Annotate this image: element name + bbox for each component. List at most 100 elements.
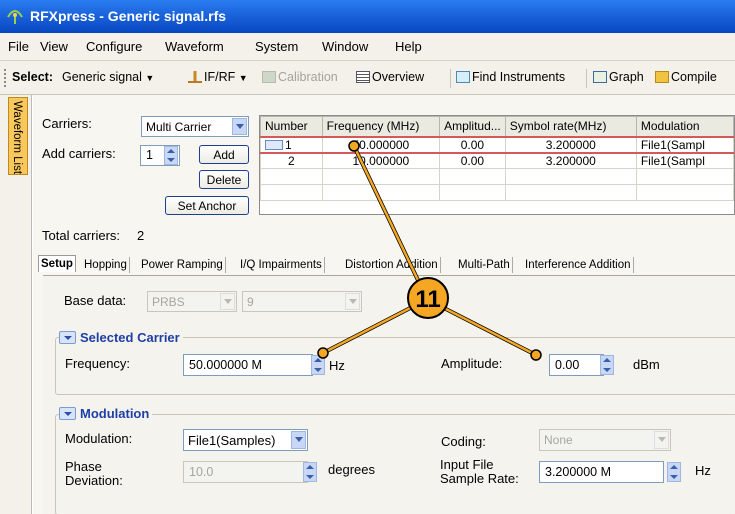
phase-deviation-input[interactable]: 10.0 <box>183 461 308 483</box>
find-instruments-button[interactable]: Find Instruments <box>456 70 565 84</box>
select-label: Select: <box>12 70 53 84</box>
toolbar-grip[interactable] <box>4 69 7 87</box>
frequency-unit: Hz <box>329 358 345 373</box>
find-instruments-label: Find Instruments <box>472 70 566 84</box>
set-anchor-button[interactable]: Set Anchor <box>165 196 249 215</box>
table-cell[interactable]: 0.00 <box>439 135 506 154</box>
table-cell[interactable]: 3.200000 <box>504 152 637 169</box>
column-amplitude[interactable]: Amplitud... <box>439 116 506 137</box>
menu-help[interactable]: Help <box>395 39 422 54</box>
menu-file[interactable]: File <box>8 39 29 54</box>
waveform-list-tab[interactable]: Waveform List <box>8 97 28 175</box>
table-cell[interactable]: 2 <box>260 152 323 169</box>
setup-panel: Base data: PRBS 9 Selected Carrier Frequ… <box>43 275 735 514</box>
menu-system[interactable]: System <box>255 39 298 54</box>
modulation-select[interactable]: File1(Samples) <box>183 429 308 451</box>
tab-multi-path[interactable]: Multi-Path <box>456 257 513 273</box>
phase-deviation-spinner[interactable] <box>303 462 317 482</box>
table-cell[interactable]: 10.000000 <box>321 152 441 169</box>
calibration-button[interactable]: Calibration <box>262 70 338 84</box>
collapse-chevron-icon[interactable] <box>59 407 76 420</box>
modulation-label: Modulation: <box>65 431 133 446</box>
chevron-down-icon <box>220 293 235 310</box>
phase-deviation-unit: degrees <box>328 462 375 477</box>
select-dropdown[interactable]: Generic signal ▼ <box>62 70 154 84</box>
table-row[interactable]: 1 50.000000 0.00 3.200000 File1(Sampl <box>260 135 735 154</box>
calibration-label: Calibration <box>278 70 338 84</box>
tab-distortion-addition[interactable]: Distortion Addition <box>343 257 441 273</box>
tab-interference-addition[interactable]: Interference Addition <box>523 257 634 273</box>
amplitude-spinner[interactable] <box>600 355 614 375</box>
side-panel: Waveform List <box>0 95 32 514</box>
overview-button[interactable]: Overview <box>356 70 424 84</box>
column-number[interactable]: Number <box>260 116 323 137</box>
compile-label: Compile <box>671 70 717 84</box>
frequency-value: 50.000000 M <box>189 358 262 372</box>
menu-waveform[interactable]: Waveform <box>165 39 224 54</box>
column-frequency[interactable]: Frequency (MHz) <box>321 116 441 137</box>
tab-hopping[interactable]: Hopping <box>82 257 130 273</box>
tab-iq-impairments[interactable]: I/Q Impairments <box>238 257 325 273</box>
carrier-mode-value: Multi Carrier <box>146 120 212 134</box>
collapse-chevron-icon[interactable] <box>59 331 76 344</box>
graph-button[interactable]: Graph <box>593 70 644 84</box>
coding-label: Coding: <box>441 434 486 449</box>
graph-icon <box>593 71 607 83</box>
phase-deviation-label-2: Deviation: <box>65 473 123 488</box>
menu-window[interactable]: Window <box>322 39 368 54</box>
tab-setup[interactable]: Setup <box>38 255 76 272</box>
table-cell[interactable]: 3.200000 <box>504 135 637 154</box>
tab-power-ramping[interactable]: Power Ramping <box>139 257 226 273</box>
table-cell[interactable]: File1(Sampl <box>635 135 735 154</box>
select-value: Generic signal <box>62 70 142 84</box>
base-data-select[interactable]: PRBS <box>147 291 237 312</box>
carrier-mode-select[interactable]: Multi Carrier <box>141 116 249 137</box>
table-row[interactable]: 2 10.000000 0.00 3.200000 File1(Sampl <box>260 152 735 169</box>
compile-button[interactable]: Compile <box>655 70 717 84</box>
table-cell[interactable]: 1 <box>260 135 323 154</box>
table-cell[interactable]: 50.000000 <box>321 135 441 154</box>
table-cell[interactable]: 0.00 <box>439 152 506 169</box>
table-cell[interactable]: File1(Sampl <box>635 152 735 169</box>
chevron-down-icon <box>291 431 306 449</box>
toolbar-separator <box>586 69 587 88</box>
rfxpress-logo-icon <box>7 10 23 24</box>
coding-select[interactable]: None <box>539 429 671 451</box>
overview-label: Overview <box>372 70 425 84</box>
amplitude-input[interactable]: 0.00 <box>549 354 604 376</box>
frequency-input[interactable]: 50.000000 M <box>183 354 313 376</box>
chevron-down-icon <box>232 118 247 135</box>
base-data-value: PRBS <box>152 295 185 309</box>
chevron-down-icon: ▼ <box>238 73 248 83</box>
main-panel: Carriers: Multi Carrier Add carriers: 1 … <box>33 95 735 514</box>
compile-icon <box>655 71 669 83</box>
frequency-label: Frequency: <box>65 356 131 371</box>
toolbar: Select: Generic signal ▼ IF/RF ▼ Calibra… <box>0 61 735 95</box>
menu-view[interactable]: View <box>40 39 68 54</box>
column-symbol-rate[interactable]: Symbol rate(MHz) <box>504 116 637 137</box>
modulation-value: File1(Samples) <box>188 433 276 448</box>
amplitude-unit: dBm <box>633 357 660 372</box>
input-sample-rate-input[interactable]: 3.200000 M <box>539 461 664 483</box>
column-modulation[interactable]: Modulation <box>635 116 735 137</box>
find-instruments-icon <box>456 71 470 83</box>
input-sample-rate-label-1: Input File <box>440 457 494 472</box>
add-carriers-spinner[interactable] <box>164 146 178 165</box>
base-data-label: Base data: <box>64 293 127 308</box>
selected-carrier-header[interactable]: Selected Carrier <box>59 330 183 345</box>
input-sample-rate-spinner[interactable] <box>667 462 681 482</box>
if-rf-menu[interactable]: IF/RF ▼ <box>188 70 248 84</box>
menu-configure[interactable]: Configure <box>86 39 142 54</box>
row-number: 1 <box>285 137 292 152</box>
base-data-order-select[interactable]: 9 <box>242 291 362 312</box>
modulation-header[interactable]: Modulation <box>59 406 153 421</box>
toolbar-separator <box>450 69 451 88</box>
delete-button[interactable]: Delete <box>199 170 249 189</box>
overview-icon <box>356 71 370 83</box>
input-sample-rate-label-2: Sample Rate: <box>440 471 519 486</box>
add-button[interactable]: Add <box>199 145 249 164</box>
table-row-empty <box>260 184 735 201</box>
frequency-spinner[interactable] <box>311 355 325 375</box>
amplitude-value: 0.00 <box>555 358 580 372</box>
chevron-down-icon <box>345 293 360 310</box>
